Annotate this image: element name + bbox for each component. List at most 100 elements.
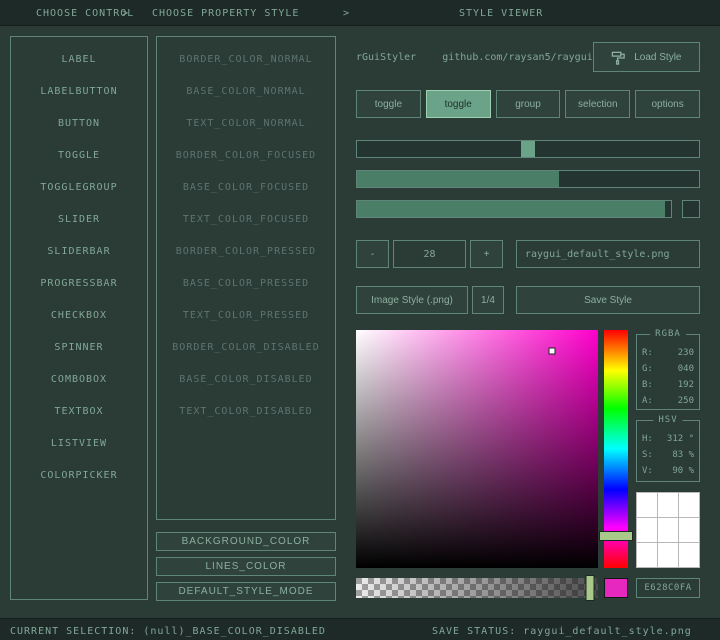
alpha-slider-handle[interactable] [585,575,594,601]
control-item-combobox[interactable]: COMBOBOX [11,363,147,395]
properties-listview: BORDER_COLOR_NORMAL BASE_COLOR_NORMAL TE… [156,36,336,520]
header-choose-property-style: CHOOSE PROPERTY STYLE [152,8,299,19]
rguistyler-window: CHOOSE CONTROL > CHOOSE PROPERTY STYLE >… [0,0,720,640]
grid-cell [658,543,678,567]
control-item-slider[interactable]: SLIDER [11,203,147,235]
grid-cell [637,518,657,542]
controls-listview: LABEL LABELBUTTON BUTTON TOGGLE TOGGLEGR… [10,36,148,600]
sliderbar-fill [357,171,559,187]
grid-cell [637,543,657,567]
property-item-border-color-normal[interactable]: BORDER_COLOR_NORMAL [157,43,335,75]
grid-cell [679,518,699,542]
hue-slider[interactable] [604,330,628,568]
property-item-base-color-focused[interactable]: BASE_COLOR_FOCUSED [157,171,335,203]
chevron-right-icon: > [343,8,350,19]
load-style-label: Load Style [634,52,681,63]
rgba-red-row: R: 230 [637,345,699,361]
hsv-val-row: V: 90 % [637,463,699,479]
load-style-button[interactable]: Load Style [593,42,700,72]
default-style-mode-button[interactable]: DEFAULT_STYLE_MODE [156,582,336,601]
spinner-plus-button[interactable]: + [470,240,503,268]
property-item-border-color-focused[interactable]: BORDER_COLOR_FOCUSED [157,139,335,171]
actions-row: Image Style (.png) 1/4 Save Style [356,286,700,314]
hsv-hue-value: 312 ° [667,434,694,444]
progressbar-fill [357,201,665,217]
property-item-border-color-pressed[interactable]: BORDER_COLOR_PRESSED [157,235,335,267]
header-choose-control: CHOOSE CONTROL [36,8,134,19]
toggle-item-0[interactable]: toggle [356,90,421,118]
property-item-base-color-disabled[interactable]: BASE_COLOR_DISABLED [157,363,335,395]
control-item-textbox[interactable]: TEXTBOX [11,395,147,427]
hex-value-input[interactable]: E628C0FA [636,578,700,598]
hsv-val-label: V: [642,466,653,476]
property-item-border-color-disabled[interactable]: BORDER_COLOR_DISABLED [157,331,335,363]
slider-handle[interactable] [521,141,535,157]
property-item-base-color-normal[interactable]: BASE_COLOR_NORMAL [157,75,335,107]
hsv-hue-row: H: 312 ° [637,431,699,447]
hsv-groupbox: HSV H: 312 ° S: 83 % V: 90 % [636,420,700,482]
control-item-progressbar[interactable]: PROGRESSBAR [11,267,147,299]
image-style-button[interactable]: Image Style (.png) [356,286,468,314]
grid-cell [637,493,657,517]
property-item-base-color-pressed[interactable]: BASE_COLOR_PRESSED [157,267,335,299]
colorpicker-sv-square[interactable] [356,330,598,568]
control-item-listview[interactable]: LISTVIEW [11,427,147,459]
control-item-sliderbar[interactable]: SLIDERBAR [11,235,147,267]
rgba-alpha-value: 250 [678,396,694,406]
toggle-item-2[interactable]: group [496,90,561,118]
lines-color-button[interactable]: LINES_COLOR [156,557,336,576]
demo-sliderbar[interactable] [356,170,700,188]
rgba-alpha-row: A: 250 [637,393,699,409]
property-item-text-color-disabled[interactable]: TEXT_COLOR_DISABLED [157,395,335,427]
top-header-bar: CHOOSE CONTROL > CHOOSE PROPERTY STYLE >… [0,0,720,26]
toggle-item-3[interactable]: selection [565,90,630,118]
control-item-togglegroup[interactable]: TOGGLEGROUP [11,171,147,203]
viewer-header: rGuiStyler github.com/raysan5/raygui Loa… [356,42,700,72]
control-item-colorpicker[interactable]: COLORPICKER [11,459,147,491]
background-color-button[interactable]: BACKGROUND_COLOR [156,532,336,551]
rgba-red-label: R: [642,348,653,358]
hsv-title: HSV [653,415,682,425]
rgba-groupbox: RGBA R: 230 G: 040 B: 192 A: 250 [636,334,700,410]
save-style-button[interactable]: Save Style [516,286,700,314]
chevron-right-icon: > [122,8,129,19]
property-item-text-color-pressed[interactable]: TEXT_COLOR_PRESSED [157,299,335,331]
repo-link[interactable]: github.com/raysan5/raygui [442,52,593,63]
control-item-toggle[interactable]: TOGGLE [11,139,147,171]
control-item-button[interactable]: BUTTON [11,107,147,139]
rgba-green-value: 040 [678,364,694,374]
rgba-green-label: G: [642,364,653,374]
app-title: rGuiStyler [356,52,416,63]
property-item-text-color-normal[interactable]: TEXT_COLOR_NORMAL [157,107,335,139]
demo-slider[interactable] [356,140,700,158]
style-preview-grid [636,492,700,568]
header-style-viewer: STYLE VIEWER [459,8,543,19]
control-item-label[interactable]: LABEL [11,43,147,75]
control-item-labelbutton[interactable]: LABELBUTTON [11,75,147,107]
style-filename-input[interactable]: raygui_default_style.png [516,240,700,268]
toggle-item-1-active[interactable]: toggle [426,90,491,118]
hsv-sat-row: S: 83 % [637,447,699,463]
hsv-sat-label: S: [642,450,653,460]
property-item-text-color-focused[interactable]: TEXT_COLOR_FOCUSED [157,203,335,235]
progress-row [356,200,700,218]
spinner-value[interactable]: 28 [393,240,466,268]
colorpicker-sv-marker[interactable] [549,348,556,355]
ratio-button[interactable]: 1/4 [472,286,504,314]
control-item-checkbox[interactable]: CHECKBOX [11,299,147,331]
picked-color-swatch [604,578,628,598]
alpha-slider[interactable] [356,578,598,598]
demo-progressbar [356,200,672,218]
grid-cell [679,493,699,517]
spinner-minus-button[interactable]: - [356,240,389,268]
rgba-blue-row: B: 192 [637,377,699,393]
toggle-item-4[interactable]: options [635,90,700,118]
control-item-spinner[interactable]: SPINNER [11,331,147,363]
grid-cell [679,543,699,567]
rgba-green-row: G: 040 [637,361,699,377]
demo-checkbox[interactable] [682,200,700,218]
hsv-hue-label: H: [642,434,653,444]
hue-slider-handle[interactable] [599,531,633,541]
grid-cell [658,493,678,517]
hsv-val-value: 90 % [672,466,694,476]
